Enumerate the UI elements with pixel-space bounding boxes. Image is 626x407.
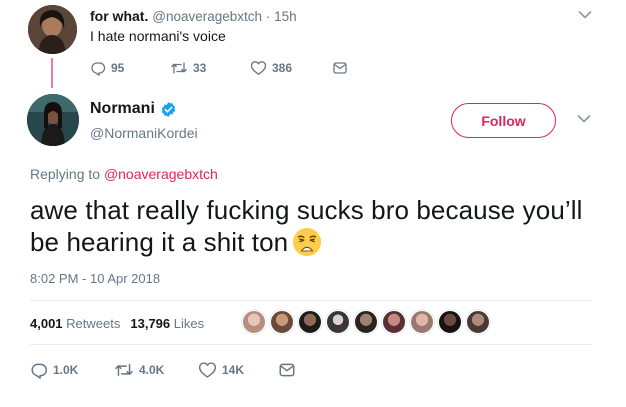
main-avatar[interactable] bbox=[27, 94, 79, 146]
liker-avatar[interactable] bbox=[382, 310, 406, 334]
like-icon bbox=[198, 362, 217, 378]
parent-time[interactable]: · 15h bbox=[266, 9, 297, 24]
liker-avatar[interactable] bbox=[466, 310, 490, 334]
divider-top bbox=[30, 300, 592, 301]
parent-handle[interactable]: @noaveragebxtch bbox=[152, 9, 262, 24]
retweet-label: Retweets bbox=[66, 316, 121, 331]
dm-button[interactable] bbox=[278, 361, 296, 379]
parent-retweet-button[interactable]: 33 bbox=[170, 60, 250, 76]
liker-avatars bbox=[242, 310, 490, 334]
main-handle[interactable]: @NormaniKordei bbox=[90, 125, 198, 141]
parent-like-count: 386 bbox=[272, 61, 293, 75]
weary-face-emoji-icon bbox=[293, 227, 322, 257]
like-button[interactable]: 14K bbox=[198, 361, 278, 379]
divider-bottom bbox=[30, 344, 592, 345]
dm-icon bbox=[279, 363, 295, 377]
likes-stat[interactable]: 13,796 Likes bbox=[130, 316, 204, 331]
main-display-name[interactable]: Normani bbox=[90, 100, 155, 118]
parent-like-button[interactable]: 386 bbox=[250, 60, 332, 76]
main-timestamp[interactable]: 8:02 PM - 10 Apr 2018 bbox=[30, 271, 160, 286]
retweet-icon bbox=[171, 62, 187, 74]
parent-action-bar: 95 33 386 bbox=[90, 58, 348, 78]
replying-mention-link[interactable]: @noaveragebxtch bbox=[104, 166, 218, 182]
thread-connector bbox=[51, 58, 53, 88]
reply-icon bbox=[91, 62, 106, 76]
parent-reply-button[interactable]: 95 bbox=[90, 60, 170, 76]
like-total: 13,796 bbox=[130, 316, 171, 331]
dm-icon bbox=[333, 62, 347, 74]
like-count: 14K bbox=[222, 363, 245, 377]
liker-avatar[interactable] bbox=[438, 310, 462, 334]
main-action-bar: 1.0K 4.0K 14K bbox=[30, 360, 296, 380]
replying-prefix: Replying to bbox=[30, 166, 101, 182]
verified-badge-icon bbox=[161, 101, 176, 117]
retweets-stat[interactable]: 4,001 Retweets bbox=[30, 316, 120, 331]
retweet-button[interactable]: 4.0K bbox=[114, 361, 198, 379]
like-icon bbox=[250, 61, 267, 75]
liker-avatar[interactable] bbox=[410, 310, 434, 334]
parent-dm-button[interactable] bbox=[332, 60, 348, 76]
follow-button[interactable]: Follow bbox=[451, 103, 556, 138]
chevron-down-icon[interactable] bbox=[578, 10, 592, 20]
liker-avatar[interactable] bbox=[242, 310, 266, 334]
parent-reply-count: 95 bbox=[111, 61, 125, 75]
like-label: Likes bbox=[173, 316, 205, 331]
parent-retweet-count: 33 bbox=[193, 61, 207, 75]
liker-avatar[interactable] bbox=[354, 310, 378, 334]
liker-avatar[interactable] bbox=[270, 310, 294, 334]
reply-icon bbox=[31, 363, 47, 379]
main-author[interactable]: Normani bbox=[90, 100, 177, 118]
reply-button[interactable]: 1.0K bbox=[30, 361, 114, 379]
parent-tweet-text: I hate normani's voice bbox=[90, 28, 226, 44]
retweet-total: 4,001 bbox=[30, 316, 63, 331]
retweet-count: 4.0K bbox=[139, 363, 165, 377]
liker-avatar[interactable] bbox=[326, 310, 350, 334]
chevron-down-icon[interactable] bbox=[577, 114, 591, 124]
retweet-icon bbox=[115, 363, 133, 377]
engagement-stats: 4,001 Retweets 13,796 Likes bbox=[30, 316, 204, 331]
liker-avatar[interactable] bbox=[298, 310, 322, 334]
main-tweet-text: awe that really fucking sucks bro becaus… bbox=[30, 194, 590, 258]
parent-author[interactable]: for what. @noaveragebxtch · 15h bbox=[90, 8, 297, 24]
parent-avatar[interactable] bbox=[28, 5, 77, 54]
parent-display-name[interactable]: for what. bbox=[90, 8, 148, 24]
reply-count: 1.0K bbox=[53, 363, 79, 377]
replying-to: Replying to @noaveragebxtch bbox=[30, 166, 218, 182]
